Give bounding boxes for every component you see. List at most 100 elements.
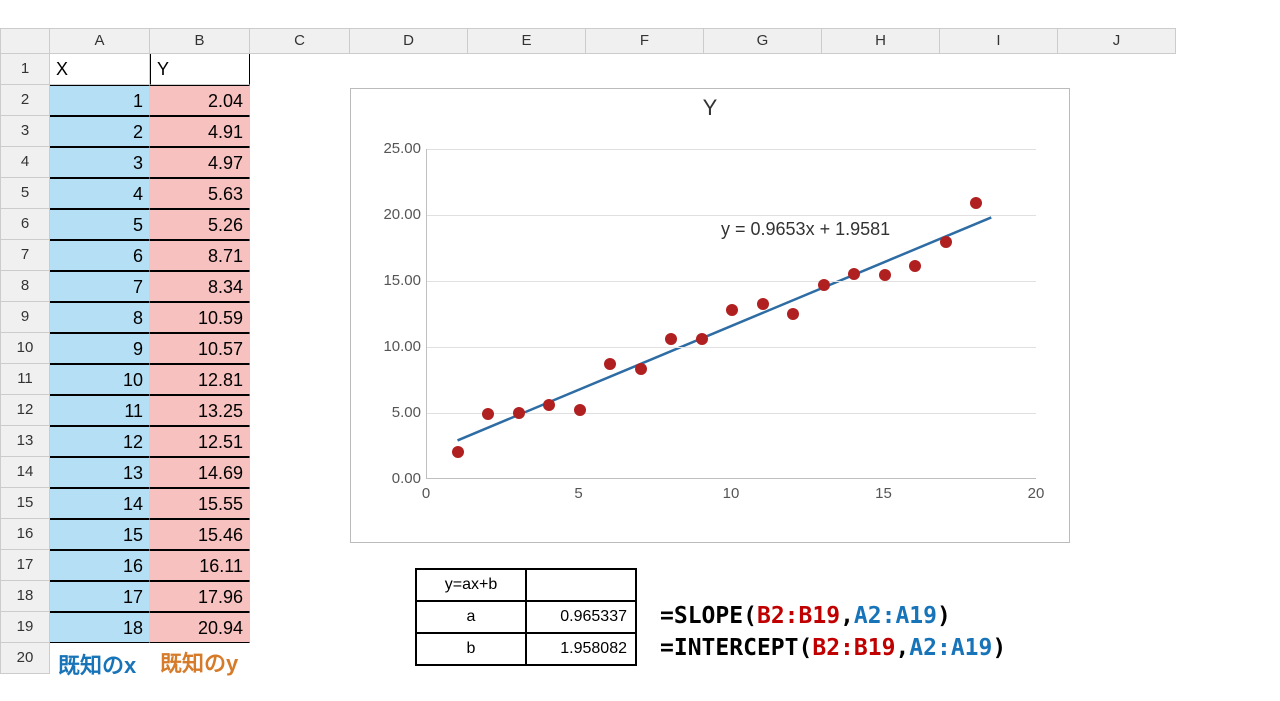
row-header-4[interactable]: 4 (0, 147, 50, 178)
row-header-2[interactable]: 2 (0, 85, 50, 116)
chart-xtick: 10 (711, 485, 751, 502)
cell-A5[interactable]: 4 (50, 178, 150, 209)
chart-point (726, 304, 738, 316)
chart-point (635, 363, 647, 375)
cell-A6[interactable]: 5 (50, 209, 150, 240)
cell-A14[interactable]: 13 (50, 457, 150, 488)
cell-A13[interactable]: 12 (50, 426, 150, 457)
row-header-13[interactable]: 13 (0, 426, 50, 457)
row-header-19[interactable]: 19 (0, 612, 50, 643)
ftable-a-label: a (416, 601, 526, 633)
row-header-17[interactable]: 17 (0, 550, 50, 581)
cell-B2[interactable]: 2.04 (150, 85, 250, 116)
row-header-12[interactable]: 12 (0, 395, 50, 426)
ftable-a-value: 0.965337 (526, 601, 636, 633)
column-header-B[interactable]: B (150, 28, 250, 54)
row-header-5[interactable]: 5 (0, 178, 50, 209)
cell-B6[interactable]: 5.26 (150, 209, 250, 240)
row-header-1[interactable]: 1 (0, 54, 50, 85)
chart-point (787, 308, 799, 320)
cell-B3[interactable]: 4.91 (150, 116, 250, 147)
cell-B17[interactable]: 16.11 (150, 550, 250, 581)
cell-A7[interactable]: 6 (50, 240, 150, 271)
label-known-y: 既知のy (160, 646, 238, 678)
row-header-9[interactable]: 9 (0, 302, 50, 333)
cell-A19[interactable]: 18 (50, 612, 150, 643)
chart-scatter[interactable]: Y y = 0.9653x + 1.9581 0.005.0010.0015.0… (350, 88, 1070, 543)
cell-B15[interactable]: 15.55 (150, 488, 250, 519)
cell-B13[interactable]: 12.51 (150, 426, 250, 457)
chart-point (879, 269, 891, 281)
chart-point (940, 236, 952, 248)
chart-point (482, 408, 494, 420)
chart-ytick: 15.00 (371, 272, 421, 289)
cell-A10[interactable]: 9 (50, 333, 150, 364)
cell-B8[interactable]: 8.34 (150, 271, 250, 302)
cell-B5[interactable]: 5.63 (150, 178, 250, 209)
chart-ytick: 20.00 (371, 206, 421, 223)
cell-B14[interactable]: 14.69 (150, 457, 250, 488)
column-header-G[interactable]: G (704, 28, 822, 54)
row-header-3[interactable]: 3 (0, 116, 50, 147)
row-header-16[interactable]: 16 (0, 519, 50, 550)
cell-B10[interactable]: 10.57 (150, 333, 250, 364)
column-header-D[interactable]: D (350, 28, 468, 54)
cell-A11[interactable]: 10 (50, 364, 150, 395)
row-header-15[interactable]: 15 (0, 488, 50, 519)
chart-equation-label: y = 0.9653x + 1.9581 (721, 219, 890, 240)
cell-B12[interactable]: 13.25 (150, 395, 250, 426)
column-header-A[interactable]: A (50, 28, 150, 54)
cell-B1[interactable]: Y (150, 54, 250, 85)
ftable-equation: y=ax+b (416, 569, 526, 601)
cell-A18[interactable]: 17 (50, 581, 150, 612)
chart-title: Y (351, 95, 1069, 121)
cell-A1[interactable]: X (50, 54, 150, 85)
cell-A8[interactable]: 7 (50, 271, 150, 302)
cell-A3[interactable]: 2 (50, 116, 150, 147)
column-header-E[interactable]: E (468, 28, 586, 54)
cell-B18[interactable]: 17.96 (150, 581, 250, 612)
chart-point (757, 298, 769, 310)
chart-xtick: 5 (559, 485, 599, 502)
cell-B9[interactable]: 10.59 (150, 302, 250, 333)
row-header-8[interactable]: 8 (0, 271, 50, 302)
column-header-F[interactable]: F (586, 28, 704, 54)
column-header-J[interactable]: J (1058, 28, 1176, 54)
cell-A12[interactable]: 11 (50, 395, 150, 426)
chart-plot-area (426, 149, 1036, 479)
row-header-6[interactable]: 6 (0, 209, 50, 240)
cell-A4[interactable]: 3 (50, 147, 150, 178)
chart-ytick: 5.00 (371, 404, 421, 421)
cell-B7[interactable]: 8.71 (150, 240, 250, 271)
cell-B19[interactable]: 20.94 (150, 612, 250, 643)
cell-A17[interactable]: 16 (50, 550, 150, 581)
chart-point (665, 333, 677, 345)
ftable-b-label: b (416, 633, 526, 665)
chart-point (574, 404, 586, 416)
chart-point (909, 260, 921, 272)
cell-A2[interactable]: 1 (50, 85, 150, 116)
cell-B11[interactable]: 12.81 (150, 364, 250, 395)
cell-A9[interactable]: 8 (50, 302, 150, 333)
row-header-20[interactable]: 20 (0, 643, 50, 674)
spreadsheet[interactable]: ABCDEFGHIJ X Y 既知のx 既知のy Y y = 0.9653x +… (0, 28, 1280, 701)
row-header-14[interactable]: 14 (0, 457, 50, 488)
select-all-corner[interactable] (0, 28, 50, 54)
row-header-7[interactable]: 7 (0, 240, 50, 271)
row-header-10[interactable]: 10 (0, 333, 50, 364)
column-header-H[interactable]: H (822, 28, 940, 54)
ftable-b-value: 1.958082 (526, 633, 636, 665)
chart-xtick: 20 (1016, 485, 1056, 502)
cell-A16[interactable]: 15 (50, 519, 150, 550)
cell-B16[interactable]: 15.46 (150, 519, 250, 550)
row-header-18[interactable]: 18 (0, 581, 50, 612)
chart-ytick: 10.00 (371, 338, 421, 355)
row-header-11[interactable]: 11 (0, 364, 50, 395)
column-header-row: ABCDEFGHIJ (0, 28, 1176, 54)
chart-xtick: 0 (406, 485, 446, 502)
cell-B4[interactable]: 4.97 (150, 147, 250, 178)
column-header-I[interactable]: I (940, 28, 1058, 54)
chart-point (970, 197, 982, 209)
cell-A15[interactable]: 14 (50, 488, 150, 519)
column-header-C[interactable]: C (250, 28, 350, 54)
